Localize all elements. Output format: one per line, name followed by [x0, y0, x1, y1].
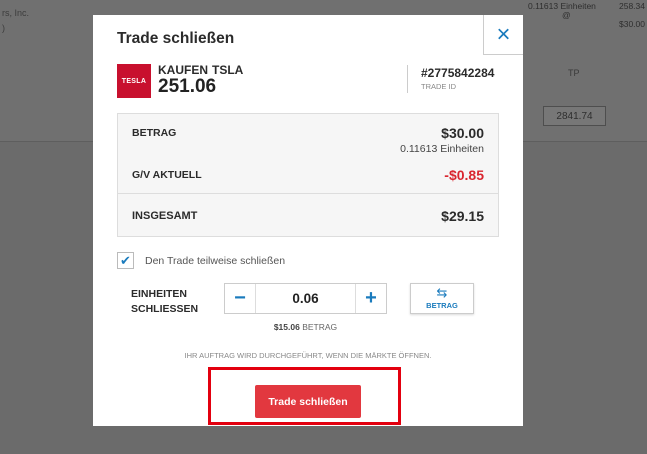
- switch-to-amount-button[interactable]: ⇆ BETRAG: [410, 283, 474, 314]
- checkmark-icon: ✔: [120, 252, 131, 268]
- pnl-value: -$0.85: [444, 167, 484, 183]
- units-value: 0.11613 Einheiten: [400, 143, 484, 155]
- instrument-symbol: TSLA: [212, 63, 244, 77]
- amount-value: $30.00: [441, 125, 484, 141]
- dialog-title: Trade schließen: [117, 30, 235, 47]
- increase-units-button[interactable]: +: [355, 284, 386, 313]
- instrument-price: 251.06: [158, 76, 217, 97]
- close-dialog-button[interactable]: ×: [483, 15, 523, 55]
- pnl-label: G/V AKTUELL: [132, 169, 202, 181]
- trade-id-label: TRADE ID: [421, 82, 457, 91]
- background-position-info: 0.11613 Einheiten 258.34 @ $30.00: [528, 1, 645, 29]
- swap-arrows-icon: ⇆: [436, 285, 448, 300]
- trade-summary: BETRAG $30.00 0.11613 Einheiten G/V AKTU…: [117, 113, 499, 237]
- switch-to-amount-label: BETRAG: [426, 301, 458, 310]
- partial-close-label: Den Trade teilweise schließen: [145, 254, 286, 267]
- trade-id-value: #2775842284: [421, 66, 495, 80]
- minus-icon: −: [234, 287, 246, 309]
- header-divider: [407, 65, 408, 93]
- background-tp-value: 2841.74: [543, 106, 606, 126]
- total-value: $29.15: [441, 208, 484, 224]
- total-label: INSGESAMT: [132, 210, 198, 222]
- market-hours-notice: IHR AUFTRAG WIRD DURCHGEFÜHRT, WENN DIE …: [184, 351, 432, 360]
- partial-close-checkbox[interactable]: ✔: [117, 252, 134, 269]
- action-label: KAUFEN: [158, 63, 208, 77]
- amount-label: BETRAG: [132, 127, 177, 139]
- summary-divider: [118, 193, 498, 194]
- close-trade-dialog: Trade schließen × TESLA KAUFEN TSLA 251.0…: [93, 15, 523, 426]
- close-trade-button[interactable]: Trade schließen: [255, 385, 361, 418]
- units-to-close-label: EINHEITEN SCHLIESSEN: [131, 288, 199, 315]
- units-input[interactable]: 0.06: [256, 291, 355, 306]
- close-icon: ×: [496, 20, 511, 48]
- background-left-text: rs, Inc. ): [2, 8, 30, 33]
- close-amount-value: $15.06: [273, 322, 300, 332]
- decrease-units-button[interactable]: −: [225, 284, 256, 313]
- partial-close-option[interactable]: ✔ Den Trade teilweise schließen: [117, 252, 285, 269]
- close-amount-note: $15.06 BETRAG: [224, 322, 387, 332]
- tesla-logo: TESLA: [117, 64, 151, 98]
- units-stepper: − 0.06 +: [224, 283, 387, 314]
- close-amount-label: BETRAG: [302, 322, 338, 332]
- background-tp-label: TP: [568, 68, 580, 78]
- trade-direction: KAUFEN TSLA: [158, 63, 243, 77]
- plus-icon: +: [365, 287, 377, 309]
